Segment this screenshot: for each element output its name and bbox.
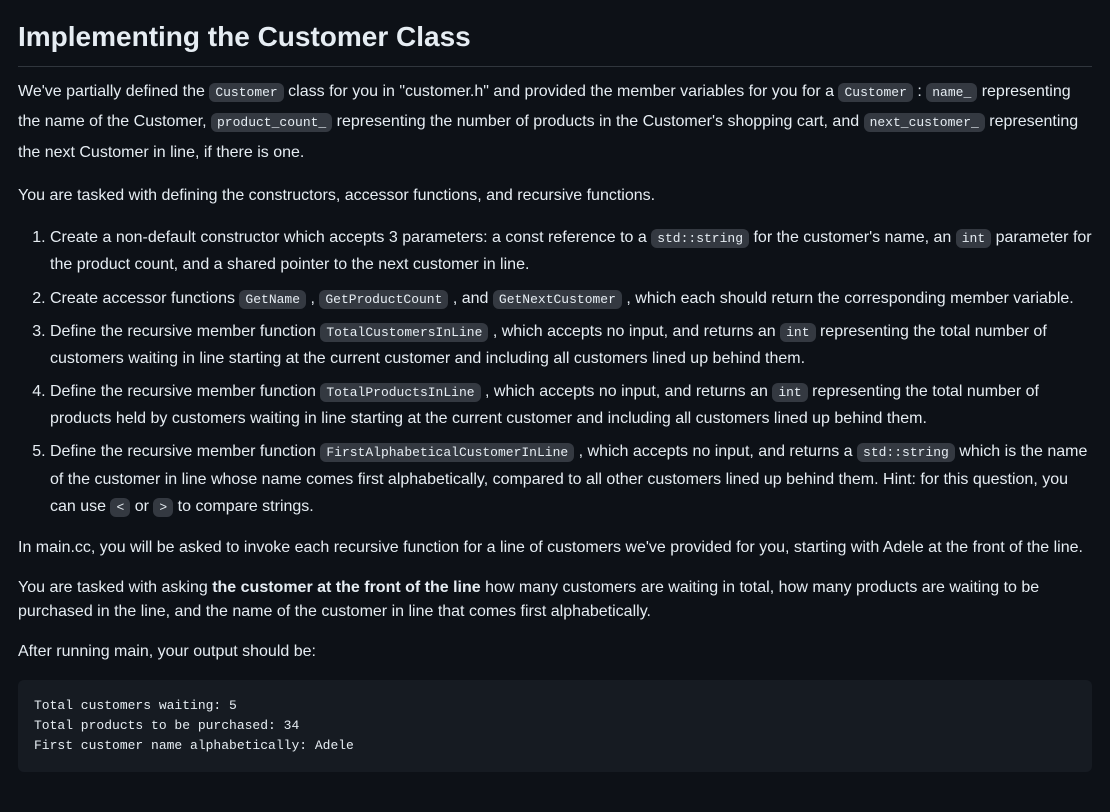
main-paragraph: In main.cc, you will be asked to invoke … bbox=[18, 536, 1092, 560]
text: You are tasked with asking bbox=[18, 579, 212, 596]
text: , bbox=[306, 290, 319, 307]
text: class for you in "customer.h" and provid… bbox=[284, 83, 839, 100]
code-next-customer-var: next_customer_ bbox=[864, 113, 985, 132]
text: Define the recursive member function bbox=[50, 383, 320, 400]
intro-paragraph: We've partially defined the Customer cla… bbox=[18, 77, 1092, 168]
text: , which accepts no input, and returns a bbox=[574, 443, 857, 460]
text: Create a non-default constructor which a… bbox=[50, 229, 651, 246]
code-customer: Customer bbox=[209, 83, 283, 102]
code-totalcustomersinline: TotalCustomersInLine bbox=[320, 323, 488, 342]
text: Define the recursive member function bbox=[50, 323, 320, 340]
step-3: Define the recursive member function Tot… bbox=[50, 318, 1092, 372]
expected-output-block: Total customers waiting: 5 Total product… bbox=[18, 680, 1092, 772]
code-totalproductsinline: TotalProductsInLine bbox=[320, 383, 480, 402]
code-getnextcustomer: GetNextCustomer bbox=[493, 290, 622, 309]
output-intro: After running main, your output should b… bbox=[18, 640, 1092, 664]
code-firstalphabetical: FirstAlphabeticalCustomerInLine bbox=[320, 443, 574, 462]
text: , and bbox=[448, 290, 492, 307]
step-4: Define the recursive member function Tot… bbox=[50, 378, 1092, 432]
steps-list: Create a non-default constructor which a… bbox=[18, 224, 1092, 520]
text: or bbox=[130, 498, 153, 515]
step-1: Create a non-default constructor which a… bbox=[50, 224, 1092, 278]
document-body: Implementing the Customer Class We've pa… bbox=[0, 0, 1110, 812]
code-std-string: std::string bbox=[651, 229, 749, 248]
code-int: int bbox=[956, 229, 991, 248]
code-getname: GetName bbox=[239, 290, 306, 309]
code-int: int bbox=[772, 383, 807, 402]
text: We've partially defined the bbox=[18, 83, 209, 100]
page-title: Implementing the Customer Class bbox=[18, 16, 1092, 67]
text: , which accepts no input, and returns an bbox=[488, 323, 780, 340]
code-name-var: name_ bbox=[926, 83, 977, 102]
code-product-count-var: product_count_ bbox=[211, 113, 332, 132]
step-5: Define the recursive member function Fir… bbox=[50, 438, 1092, 520]
text: representing the number of products in t… bbox=[332, 113, 863, 130]
code-std-string: std::string bbox=[857, 443, 955, 462]
text: Create accessor functions bbox=[50, 290, 239, 307]
task-intro: You are tasked with defining the constru… bbox=[18, 184, 1092, 208]
text: to compare strings. bbox=[173, 498, 314, 515]
code-getproductcount: GetProductCount bbox=[319, 290, 448, 309]
text: Define the recursive member function bbox=[50, 443, 320, 460]
text: , which each should return the correspon… bbox=[622, 290, 1074, 307]
text: , which accepts no input, and returns an bbox=[481, 383, 773, 400]
bold-front-of-line: the customer at the front of the line bbox=[212, 579, 480, 596]
code-greater-than: > bbox=[153, 498, 173, 517]
code-customer: Customer bbox=[838, 83, 912, 102]
code-int: int bbox=[780, 323, 815, 342]
task-paragraph-2: You are tasked with asking the customer … bbox=[18, 576, 1092, 624]
step-2: Create accessor functions GetName , GetP… bbox=[50, 285, 1092, 312]
code-less-than: < bbox=[110, 498, 130, 517]
text: : bbox=[913, 83, 926, 100]
text: for the customer's name, an bbox=[749, 229, 956, 246]
